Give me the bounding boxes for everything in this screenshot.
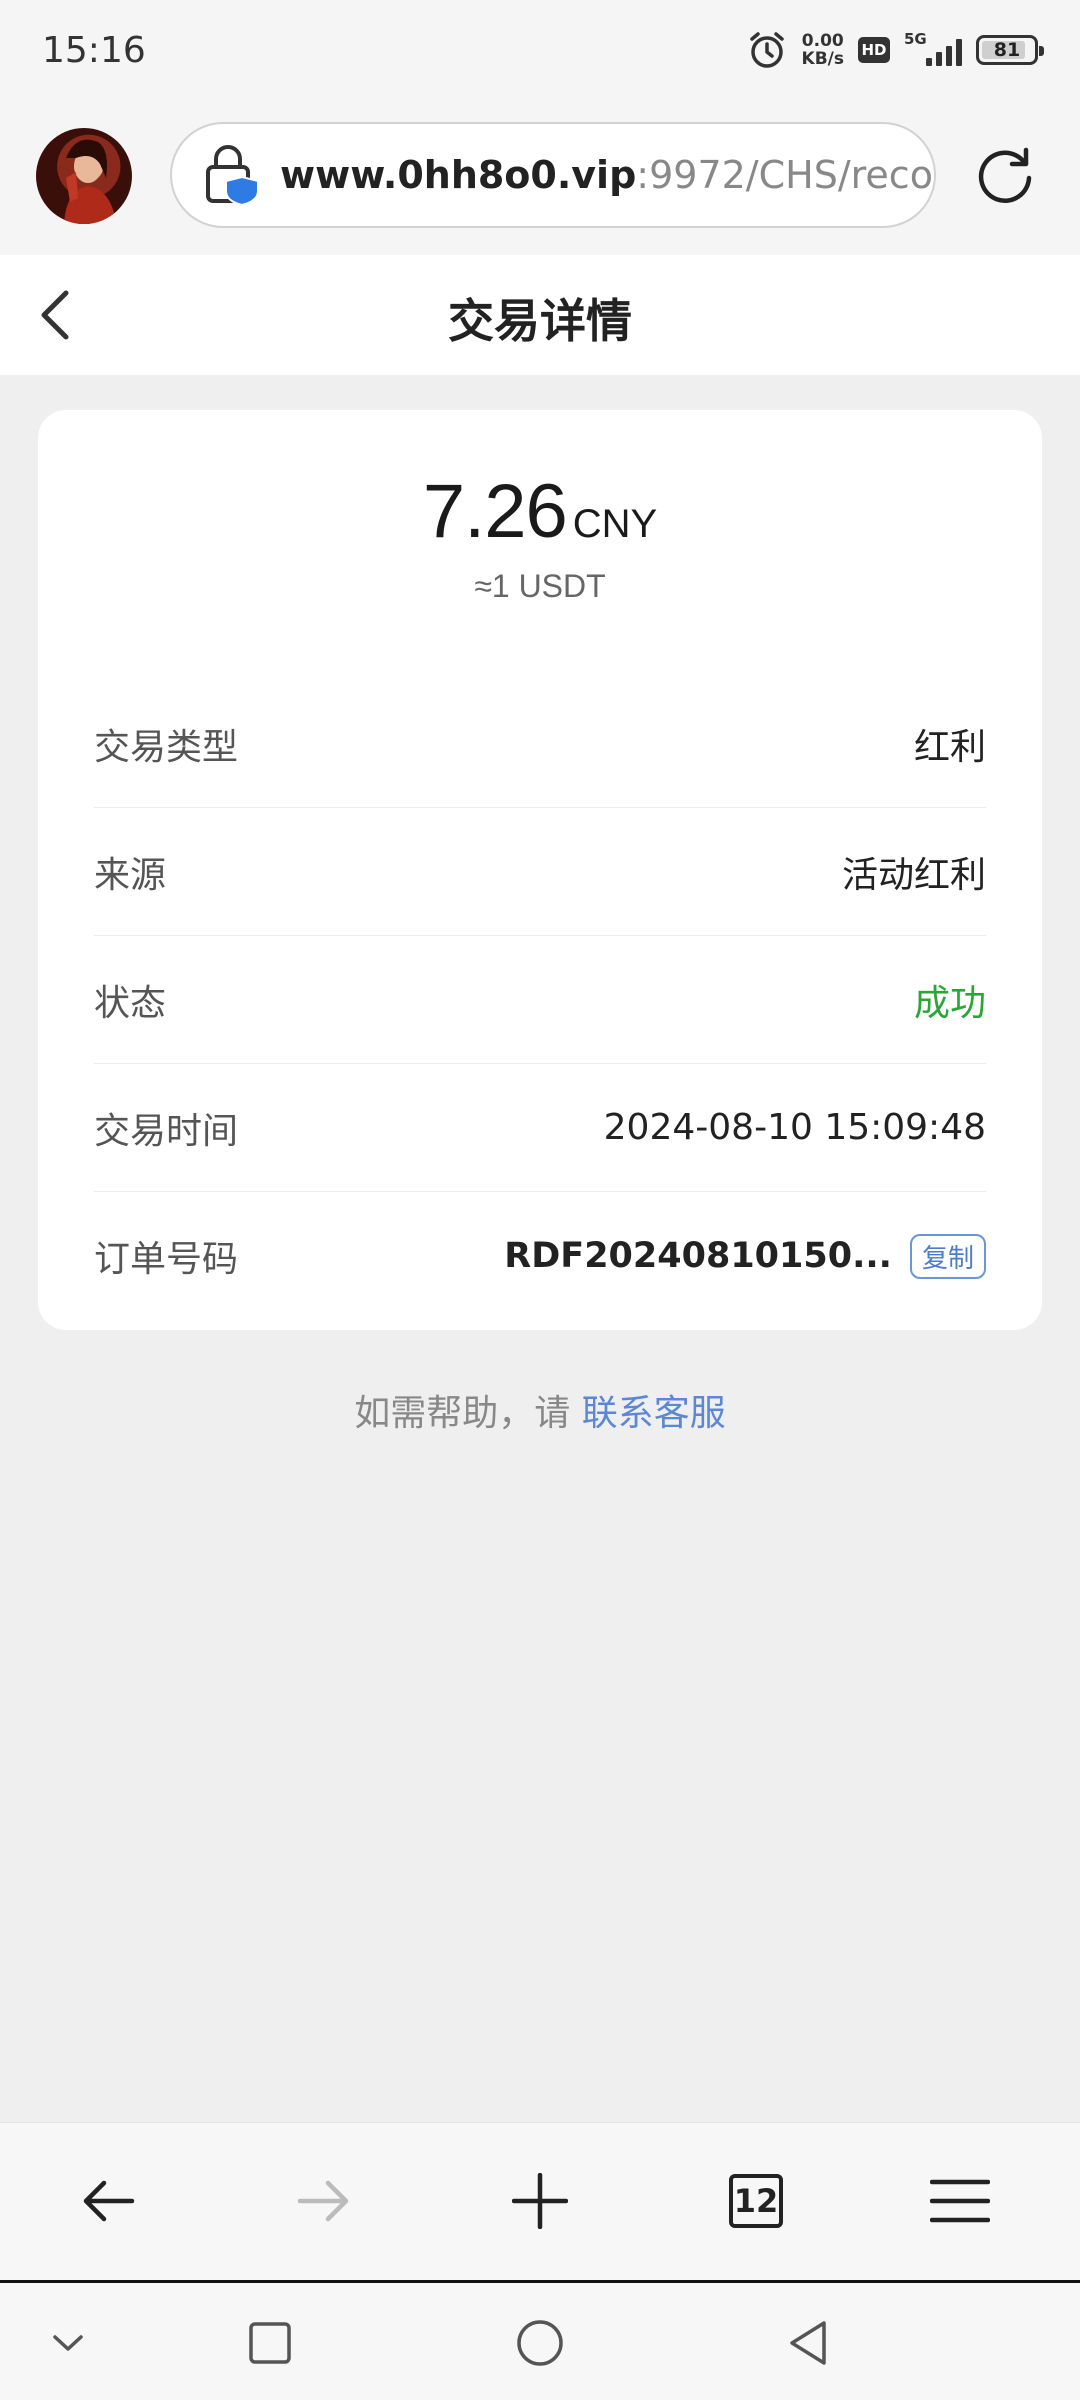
copy-button[interactable]: 复制 [909, 1233, 986, 1279]
refresh-icon[interactable] [974, 144, 1036, 206]
detail-label: 交易类型 [94, 726, 239, 768]
detail-label: 交易时间 [94, 1110, 239, 1152]
net-speed: 0.00 KB/s [802, 32, 844, 68]
order-number: RDF20240810150... [504, 1236, 892, 1276]
help-line: 如需帮助，请 联系客服 [0, 1384, 1080, 1436]
order-number-group: RDF20240810150... 复制 [504, 1233, 986, 1279]
page-header: 交易详情 [0, 255, 1080, 375]
url-host: www.0hh8o0.vip [280, 153, 637, 197]
avatar[interactable] [36, 128, 132, 224]
detail-row-status: 状态 成功 [94, 936, 986, 1064]
amount-currency: CNY [572, 502, 658, 546]
back-triangle-icon[interactable] [778, 2313, 838, 2373]
new-tab-plus-icon[interactable] [500, 2161, 580, 2241]
battery-icon: 81 [976, 35, 1044, 65]
network-type: 5G [904, 30, 927, 48]
tabs-icon[interactable]: 12 [716, 2161, 796, 2241]
url-bar[interactable]: www.0hh8o0.vip:9972/CHS/recor [170, 122, 936, 228]
net-speed-value: 0.00 [801, 31, 844, 51]
approx-usdt: ≈1 USDT [474, 568, 606, 604]
alarm-icon [749, 32, 784, 68]
detail-list: 交易类型 红利 来源 活动红利 状态 成功 交易时间 2024-08-10 15… [94, 680, 986, 1320]
collapse-chevron-icon[interactable] [38, 2313, 98, 2373]
status-badge: 成功 [913, 982, 986, 1024]
detail-label: 订单号码 [94, 1239, 239, 1280]
detail-row-order: 订单号码 RDF20240810150... 复制 [94, 1192, 986, 1320]
detail-value: 2024-08-10 15:09:48 [603, 1107, 986, 1148]
signal-icon: 5G [904, 30, 962, 70]
detail-label: 来源 [94, 854, 167, 896]
forward-arrow-icon[interactable] [284, 2161, 364, 2241]
contact-support-link[interactable]: 联系客服 [582, 1393, 726, 1434]
menu-icon[interactable] [920, 2161, 1000, 2241]
detail-row-type: 交易类型 红利 [94, 680, 986, 808]
detail-row-source: 来源 活动红利 [94, 808, 986, 936]
status-icons: 0.00 KB/s HD 5G 81 [746, 28, 1044, 72]
tabs-count: 12 [729, 2174, 783, 2228]
detail-row-time: 交易时间 2024-08-10 15:09:48 [94, 1064, 986, 1192]
url-text[interactable]: www.0hh8o0.vip:9972/CHS/recor [280, 153, 936, 197]
browser-toolbar: 12 [0, 2122, 1080, 2280]
hd-badge: HD [858, 37, 890, 63]
battery-level: 81 [993, 39, 1021, 61]
detail-label: 状态 [94, 982, 167, 1024]
browser-address-bar: www.0hh8o0.vip:9972/CHS/recor [0, 100, 1080, 255]
help-text: 如需帮助，请 [354, 1393, 582, 1434]
page-title: 交易详情 [448, 294, 632, 348]
transaction-card: 7.26 CNY ≈1 USDT 交易类型 红利 来源 活动红利 状态 成功 交易… [38, 410, 1042, 1330]
status-bar: 15:16 0.00 KB/s HD 5G 81 [0, 0, 1080, 100]
status-time: 15:16 [42, 30, 146, 71]
amount-value: 7.26 [422, 469, 568, 554]
home-circle-icon[interactable] [510, 2313, 570, 2373]
recents-square-icon[interactable] [240, 2313, 300, 2373]
url-path: :9972/CHS/recor [636, 153, 936, 197]
amount: 7.26 CNY [38, 468, 1042, 555]
back-arrow-icon[interactable] [68, 2161, 148, 2241]
system-nav-bar [0, 2280, 1080, 2400]
net-speed-unit: KB/s [801, 49, 844, 69]
detail-value: 红利 [913, 726, 986, 768]
secure-lock-icon [206, 145, 259, 207]
detail-value: 活动红利 [841, 854, 986, 896]
